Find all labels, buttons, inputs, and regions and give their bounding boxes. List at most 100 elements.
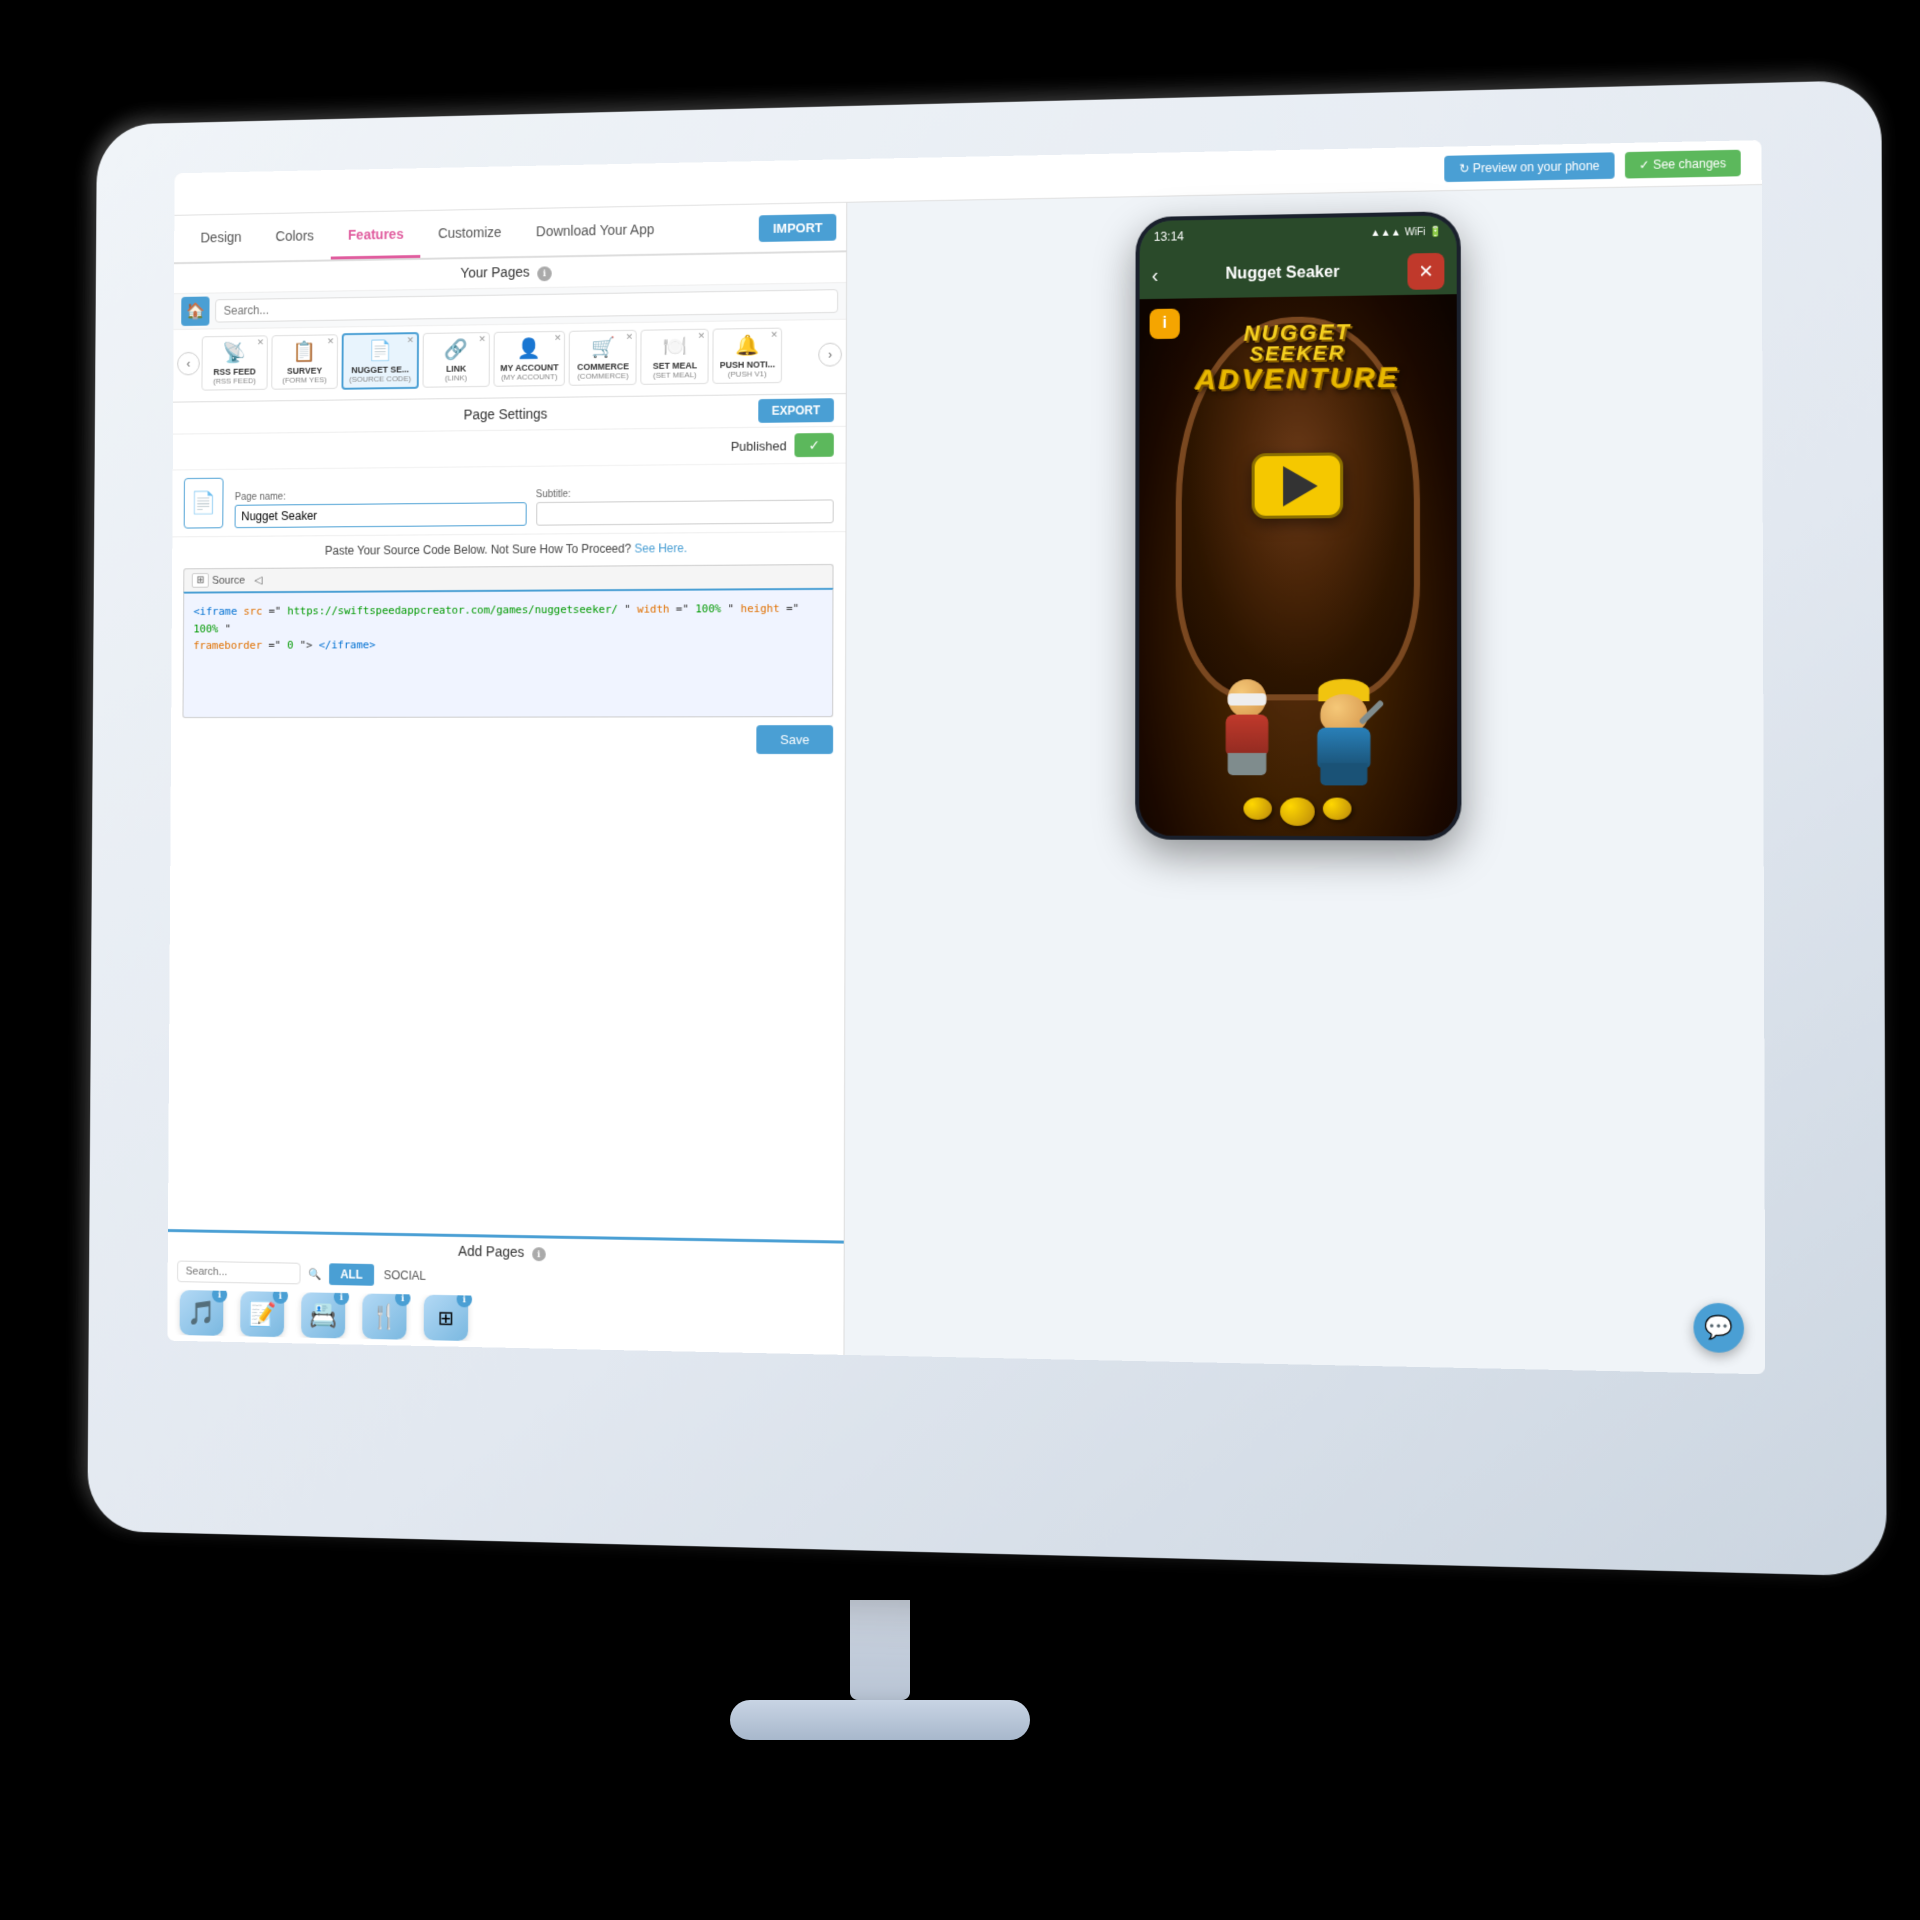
page-item-setmeal-sublabel: (SET MEAL) — [653, 370, 697, 379]
page-item-link-icon: 🔗 — [444, 337, 468, 362]
phone-nav-bar: ‹ Nugget Seaker ✕ — [1140, 248, 1457, 300]
page-item-myaccount[interactable]: ✕ 👤 MY ACCOUNT (MY ACCOUNT) — [493, 331, 565, 387]
page-item-myaccount-close[interactable]: ✕ — [554, 333, 561, 344]
source-code-area[interactable]: <iframe src =" https://swiftspeedappcrea… — [182, 588, 833, 718]
save-button[interactable]: Save — [757, 725, 833, 754]
filter-social-button[interactable]: SOCIAL — [378, 1264, 432, 1287]
page-settings: Page Settings EXPORT Published ✓ 📄 — [168, 394, 846, 1240]
page-item-link-close[interactable]: ✕ — [479, 334, 486, 345]
nugget-1 — [1243, 797, 1271, 819]
page-item-survey-icon: 📋 — [293, 339, 317, 364]
page-item-rss[interactable]: ✕ 📡 RSS FEED (RSS FEED) — [201, 335, 267, 390]
page-icon-preview[interactable]: 📄 — [184, 478, 224, 529]
page-item-pushnoti-label: PUSH NOTI... — [720, 359, 775, 370]
phone-close-button[interactable]: ✕ — [1407, 253, 1444, 290]
name-subtitle-row: Page name: Subtitle: — [235, 487, 834, 529]
battery-icon: 🔋 — [1430, 226, 1443, 237]
tab-customize[interactable]: Customize — [421, 210, 519, 257]
page-item-link[interactable]: ✕ 🔗 LINK (LINK) — [422, 332, 489, 388]
code-attr-width: width — [637, 603, 669, 616]
page-item-rss-icon: 📡 — [223, 341, 247, 366]
page-item-rss-label: RSS FEED — [213, 367, 256, 377]
add-page-contacts[interactable]: 📇 ℹ — [298, 1292, 348, 1338]
page-item-survey-sublabel: (FORM YES) — [282, 375, 327, 384]
page-item-pushnoti-icon: 🔔 — [735, 333, 759, 358]
monitor-screen: ↻ Preview on your phone ✓ See changes De… — [167, 140, 1765, 1374]
page-item-setmeal[interactable]: ✕ 🍽️ SET MEAL (SET MEAL) — [641, 329, 709, 385]
add-page-notes[interactable]: 📝 ℹ — [237, 1291, 287, 1337]
signal-icon: ▲▲▲ — [1370, 227, 1400, 239]
code-attr-src: src — [243, 605, 262, 618]
add-pages-info-icon: ℹ — [532, 1247, 546, 1261]
restaurant-badge: ℹ — [395, 1290, 410, 1306]
preview-phone-button[interactable]: ↻ Preview on your phone — [1445, 152, 1614, 182]
page-item-survey[interactable]: ✕ 📋 SURVEY (FORM YES) — [271, 334, 338, 389]
page-item-survey-close[interactable]: ✕ — [327, 336, 334, 347]
editor-panel: Design Colors Features Customize Downloa… — [167, 203, 847, 1355]
export-button[interactable]: EXPORT — [758, 398, 834, 423]
code-tag-iframe-close: </iframe> — [319, 639, 376, 652]
qr-badge: ℹ — [457, 1291, 473, 1307]
character-1 — [1208, 679, 1284, 775]
source-toggle-icon[interactable]: ◁ — [254, 574, 262, 587]
code-tag-iframe-open: <iframe — [193, 605, 243, 618]
phone-back-button[interactable]: ‹ — [1152, 264, 1159, 287]
nugget-3 — [1323, 798, 1352, 820]
page-item-survey-label: SURVEY — [287, 366, 322, 376]
tab-download[interactable]: Download Your App — [519, 207, 672, 255]
game-play-button[interactable] — [1252, 452, 1344, 518]
page-item-myaccount-sublabel: (MY ACCOUNT) — [501, 372, 557, 382]
page-item-link-sublabel: (LINK) — [445, 373, 467, 382]
source-code-section: Paste Your Source Code Below. Not Sure H… — [168, 532, 845, 1240]
published-toggle[interactable]: ✓ — [794, 433, 833, 457]
game-title-area: NUGGET SEEKER ADVENTURE — [1186, 320, 1410, 396]
add-page-qr[interactable]: ⊞ ℹ — [421, 1295, 471, 1341]
phone-status-icons: ▲▲▲ WiFi 🔋 — [1370, 226, 1442, 238]
add-page-music[interactable]: 🎵 ℹ — [177, 1290, 226, 1336]
source-icon: ⊞ — [192, 573, 209, 588]
pages-search-input[interactable] — [215, 289, 838, 322]
scene: ↻ Preview on your phone ✓ See changes De… — [0, 0, 1920, 1920]
home-button[interactable]: 🏠 — [181, 296, 209, 326]
add-pages-search-input[interactable] — [177, 1261, 300, 1285]
page-item-link-label: LINK — [446, 364, 466, 374]
add-page-restaurant[interactable]: 🍴 ℹ — [359, 1293, 409, 1339]
subtitle-input[interactable] — [536, 499, 834, 525]
game-characters — [1208, 679, 1386, 786]
phone-time: 13:14 — [1154, 229, 1184, 244]
music-badge: ℹ — [212, 1290, 227, 1303]
page-name-input[interactable] — [235, 502, 527, 528]
code-line-1: <iframe src =" https://swiftspeedappcrea… — [193, 600, 822, 638]
see-changes-button[interactable]: ✓ See changes — [1624, 149, 1740, 178]
subtitle-field: Subtitle: — [536, 487, 834, 526]
page-item-pushnoti[interactable]: ✕ 🔔 PUSH NOTI... (PUSH V1) — [713, 328, 782, 384]
page-item-commerce-sublabel: (COMMERCE) — [577, 371, 628, 381]
carousel-right-button[interactable]: › — [818, 343, 842, 367]
page-item-commerce-icon: 🛒 — [591, 335, 615, 360]
tab-features[interactable]: Features — [331, 212, 421, 259]
see-here-link[interactable]: See Here. — [634, 541, 687, 555]
published-label: Published — [731, 438, 787, 453]
page-item-commerce[interactable]: ✕ 🛒 COMMERCE (COMMERCE) — [569, 330, 637, 386]
carousel-left-button[interactable]: ‹ — [177, 352, 200, 376]
game-title-nugget: NUGGET — [1186, 320, 1410, 345]
tab-design[interactable]: Design — [183, 215, 258, 261]
page-item-commerce-close[interactable]: ✕ — [626, 332, 633, 343]
play-triangle — [1283, 465, 1318, 506]
page-item-nugget[interactable]: ✕ 📄 NUGGET SE... (SOURCE CODE) — [341, 332, 418, 390]
page-item-rss-close[interactable]: ✕ — [257, 337, 264, 348]
save-button-row: Save — [182, 717, 833, 762]
page-item-nugget-sublabel: (SOURCE CODE) — [349, 374, 411, 384]
import-button[interactable]: IMPORT — [759, 213, 836, 241]
add-pages-section: Add Pages ℹ 🔍 ALL SOCIAL — [167, 1229, 843, 1355]
page-item-setmeal-close[interactable]: ✕ — [698, 331, 705, 342]
filter-all-button[interactable]: ALL — [329, 1263, 374, 1286]
page-item-nugget-close[interactable]: ✕ — [407, 335, 414, 346]
source-instruction: Paste Your Source Code Below. Not Sure H… — [183, 540, 833, 559]
code-val-height: 100% — [193, 622, 218, 635]
chat-bubble-button[interactable]: 💬 — [1693, 1303, 1744, 1354]
page-item-pushnoti-close[interactable]: ✕ — [771, 330, 778, 341]
add-pages-toolbar: 🔍 ALL SOCIAL — [168, 1260, 844, 1294]
tab-colors[interactable]: Colors — [258, 214, 331, 260]
info-badge-left: i — [1150, 309, 1180, 340]
